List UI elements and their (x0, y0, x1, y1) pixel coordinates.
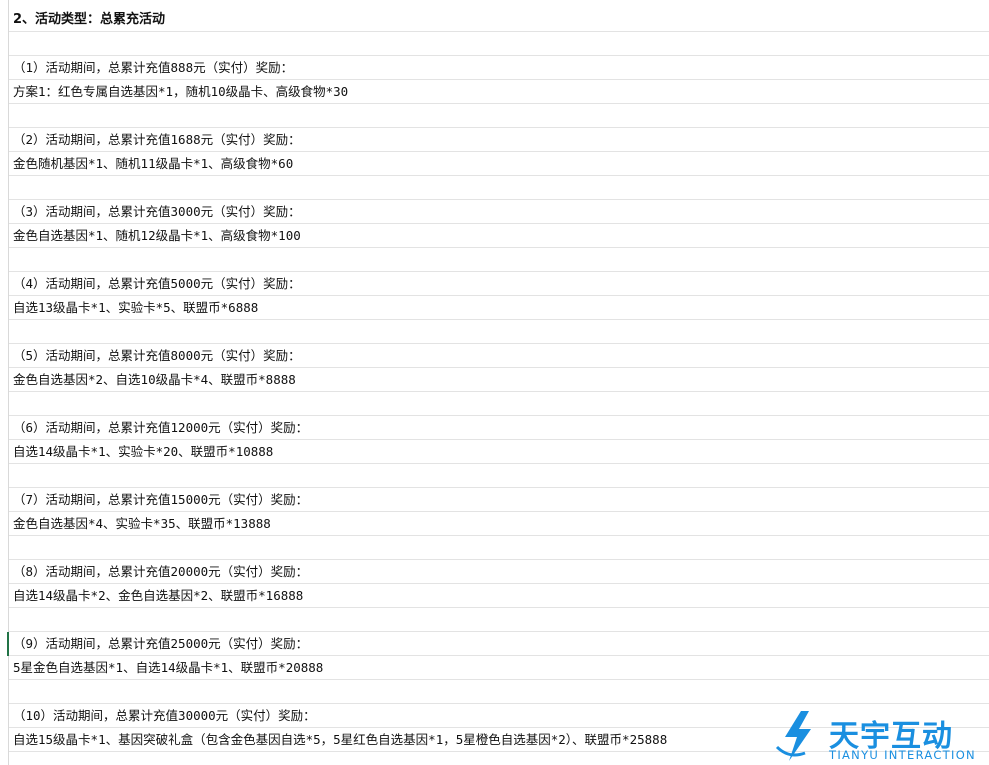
text-row[interactable]: 自选13级晶卡*1、实验卡*5、联盟币*6888 (9, 296, 989, 320)
text-row[interactable]: 自选14级晶卡*2、金色自选基因*2、联盟币*16888 (9, 584, 989, 608)
tianyu-logo-icon (775, 711, 811, 761)
cell-text: （4）活动期间，总累计充值5000元（实付）奖励： (13, 276, 301, 291)
text-row[interactable]: （8）活动期间，总累计充值20000元（实付）奖励： (9, 560, 989, 584)
section-title-row[interactable]: 2、活动类型：总累充活动 (9, 8, 989, 32)
cell-text: 自选15级晶卡*1、基因突破礼盒（包含金色基因自选*5，5星红色自选基因*1，5… (13, 732, 668, 747)
empty-row[interactable] (9, 248, 989, 272)
cell-text: （10）活动期间，总累计充值30000元（实付）奖励： (13, 708, 316, 723)
empty-row[interactable] (9, 608, 989, 632)
cell-text: （2）活动期间，总累计充值1688元（实付）奖励： (13, 132, 301, 147)
text-row[interactable]: （5）活动期间，总累计充值8000元（实付）奖励： (9, 344, 989, 368)
text-row[interactable]: 金色随机基因*1、随机11级晶卡*1、高级食物*60 (9, 152, 989, 176)
empty-row[interactable] (9, 464, 989, 488)
text-row[interactable]: 金色自选基因*2、自选10级晶卡*4、联盟币*8888 (9, 368, 989, 392)
cell-text: 金色自选基因*4、实验卡*35、联盟币*13888 (13, 516, 271, 531)
empty-row[interactable] (9, 320, 989, 344)
cell-text: （8）活动期间，总累计充值20000元（实付）奖励： (13, 564, 309, 579)
cell-text: 2、活动类型：总累充活动 (13, 12, 166, 27)
text-row[interactable]: （3）活动期间，总累计充值3000元（实付）奖励： (9, 200, 989, 224)
text-row[interactable]: （1）活动期间，总累计充值888元（实付）奖励： (9, 56, 989, 80)
text-row[interactable]: （2）活动期间，总累计充值1688元（实付）奖励： (9, 128, 989, 152)
cell-text: （1）活动期间，总累计充值888元（实付）奖励： (13, 60, 294, 75)
empty-row[interactable] (9, 104, 989, 128)
cell-text: 自选14级晶卡*1、实验卡*20、联盟币*10888 (13, 444, 274, 459)
text-row[interactable]: （6）活动期间，总累计充值12000元（实付）奖励： (9, 416, 989, 440)
cell-text: 自选13级晶卡*1、实验卡*5、联盟币*6888 (13, 300, 259, 315)
text-row[interactable]: 5星金色自选基因*1、自选14级晶卡*1、联盟币*20888 (9, 656, 989, 680)
cell-text: 金色自选基因*2、自选10级晶卡*4、联盟币*8888 (13, 372, 296, 387)
text-row[interactable]: 自选14级晶卡*1、实验卡*20、联盟币*10888 (9, 440, 989, 464)
cell-text: 金色随机基因*1、随机11级晶卡*1、高级食物*60 (13, 156, 294, 171)
text-row[interactable]: （9）活动期间，总累计充值25000元（实付）奖励： (9, 632, 989, 656)
cell-text: 金色自选基因*1、随机12级晶卡*1、高级食物*100 (13, 228, 301, 243)
text-row[interactable]: 金色自选基因*1、随机12级晶卡*1、高级食物*100 (9, 224, 989, 248)
active-cell-indicator (7, 632, 9, 656)
text-row[interactable]: （4）活动期间，总累计充值5000元（实付）奖励： (9, 272, 989, 296)
empty-row[interactable] (9, 536, 989, 560)
cell-text: （9）活动期间，总累计充值25000元（实付）奖励： (13, 636, 309, 651)
empty-row[interactable] (9, 176, 989, 200)
cell-text: 自选14级晶卡*2、金色自选基因*2、联盟币*16888 (13, 588, 304, 603)
empty-row[interactable] (9, 680, 989, 704)
cell-text: （6）活动期间，总累计充值12000元（实付）奖励： (13, 420, 309, 435)
text-row[interactable]: 方案1：红色专属自选基因*1，随机10级晶卡、高级食物*30 (9, 80, 989, 104)
watermark-subtitle: TIANYU INTERACTION (829, 748, 976, 762)
cell-text: 5星金色自选基因*1、自选14级晶卡*1、联盟币*20888 (13, 660, 324, 675)
cell-text: 方案1：红色专属自选基因*1，随机10级晶卡、高级食物*30 (13, 84, 349, 99)
cell-text: （3）活动期间，总累计充值3000元（实付）奖励： (13, 204, 301, 219)
watermark: 天宇互动 TIANYU INTERACTION (771, 707, 981, 765)
empty-row[interactable] (9, 32, 989, 56)
cell-text: （5）活动期间，总累计充值8000元（实付）奖励： (13, 348, 301, 363)
text-row[interactable]: 金色自选基因*4、实验卡*35、联盟币*13888 (9, 512, 989, 536)
text-row[interactable]: （7）活动期间，总累计充值15000元（实付）奖励： (9, 488, 989, 512)
empty-row[interactable] (9, 392, 989, 416)
cell-text: （7）活动期间，总累计充值15000元（实付）奖励： (13, 492, 309, 507)
spreadsheet-sheet: 2、活动类型：总累充活动 （1）活动期间，总累计充值888元（实付）奖励： 方案1：… (0, 0, 989, 765)
